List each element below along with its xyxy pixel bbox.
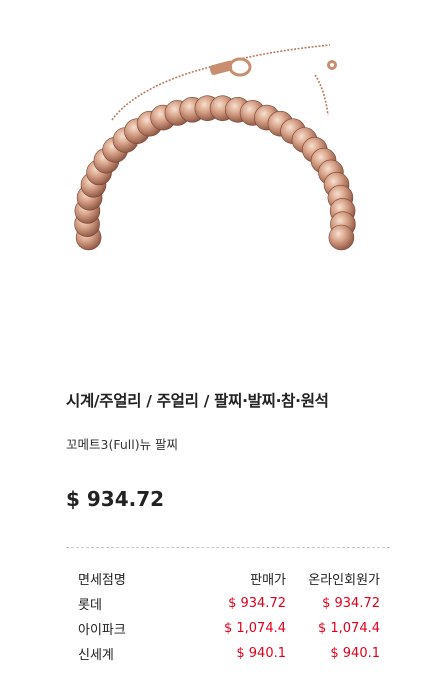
price-table-header: 면세점명 판매가 온라인회원가 [66, 566, 390, 591]
online-price: $ 934.72 [322, 596, 380, 611]
category-breadcrumb[interactable]: 시계/주얼리 / 주얼리 / 팔찌·발찌·참·원석 [66, 389, 329, 411]
sale-price: $ 1,074.4 [223, 621, 286, 636]
header-store: 면세점명 [78, 573, 126, 588]
header-sale-price: 판매가 [250, 573, 286, 588]
table-row: 롯데 $ 934.72 $ 934.72 [66, 591, 390, 616]
table-row: 아이파크 $ 1,074.4 $ 1,074.4 [66, 616, 390, 641]
store-name: 롯데 [78, 598, 102, 613]
sale-price: $ 940.1 [236, 646, 286, 661]
product-image [60, 15, 370, 355]
header-online-price: 온라인회원가 [308, 573, 380, 588]
divider [66, 547, 390, 548]
product-name: 꼬메트3(Full)뉴 팔찌 [66, 437, 179, 452]
sale-price: $ 934.72 [228, 596, 286, 611]
store-name: 신세계 [78, 648, 114, 663]
online-price: $ 1,074.4 [317, 621, 380, 636]
table-row: 신세계 $ 940.1 $ 940.1 [66, 641, 390, 666]
bead [328, 224, 355, 251]
product-price: $ 934.72 [66, 487, 165, 511]
online-price: $ 940.1 [330, 646, 380, 661]
duty-free-price-table: 면세점명 판매가 온라인회원가 롯데 $ 934.72 $ 934.72 아이파… [66, 566, 390, 666]
rose-gold-bead-bracelet-image [74, 44, 356, 251]
store-name: 아이파크 [78, 623, 126, 638]
